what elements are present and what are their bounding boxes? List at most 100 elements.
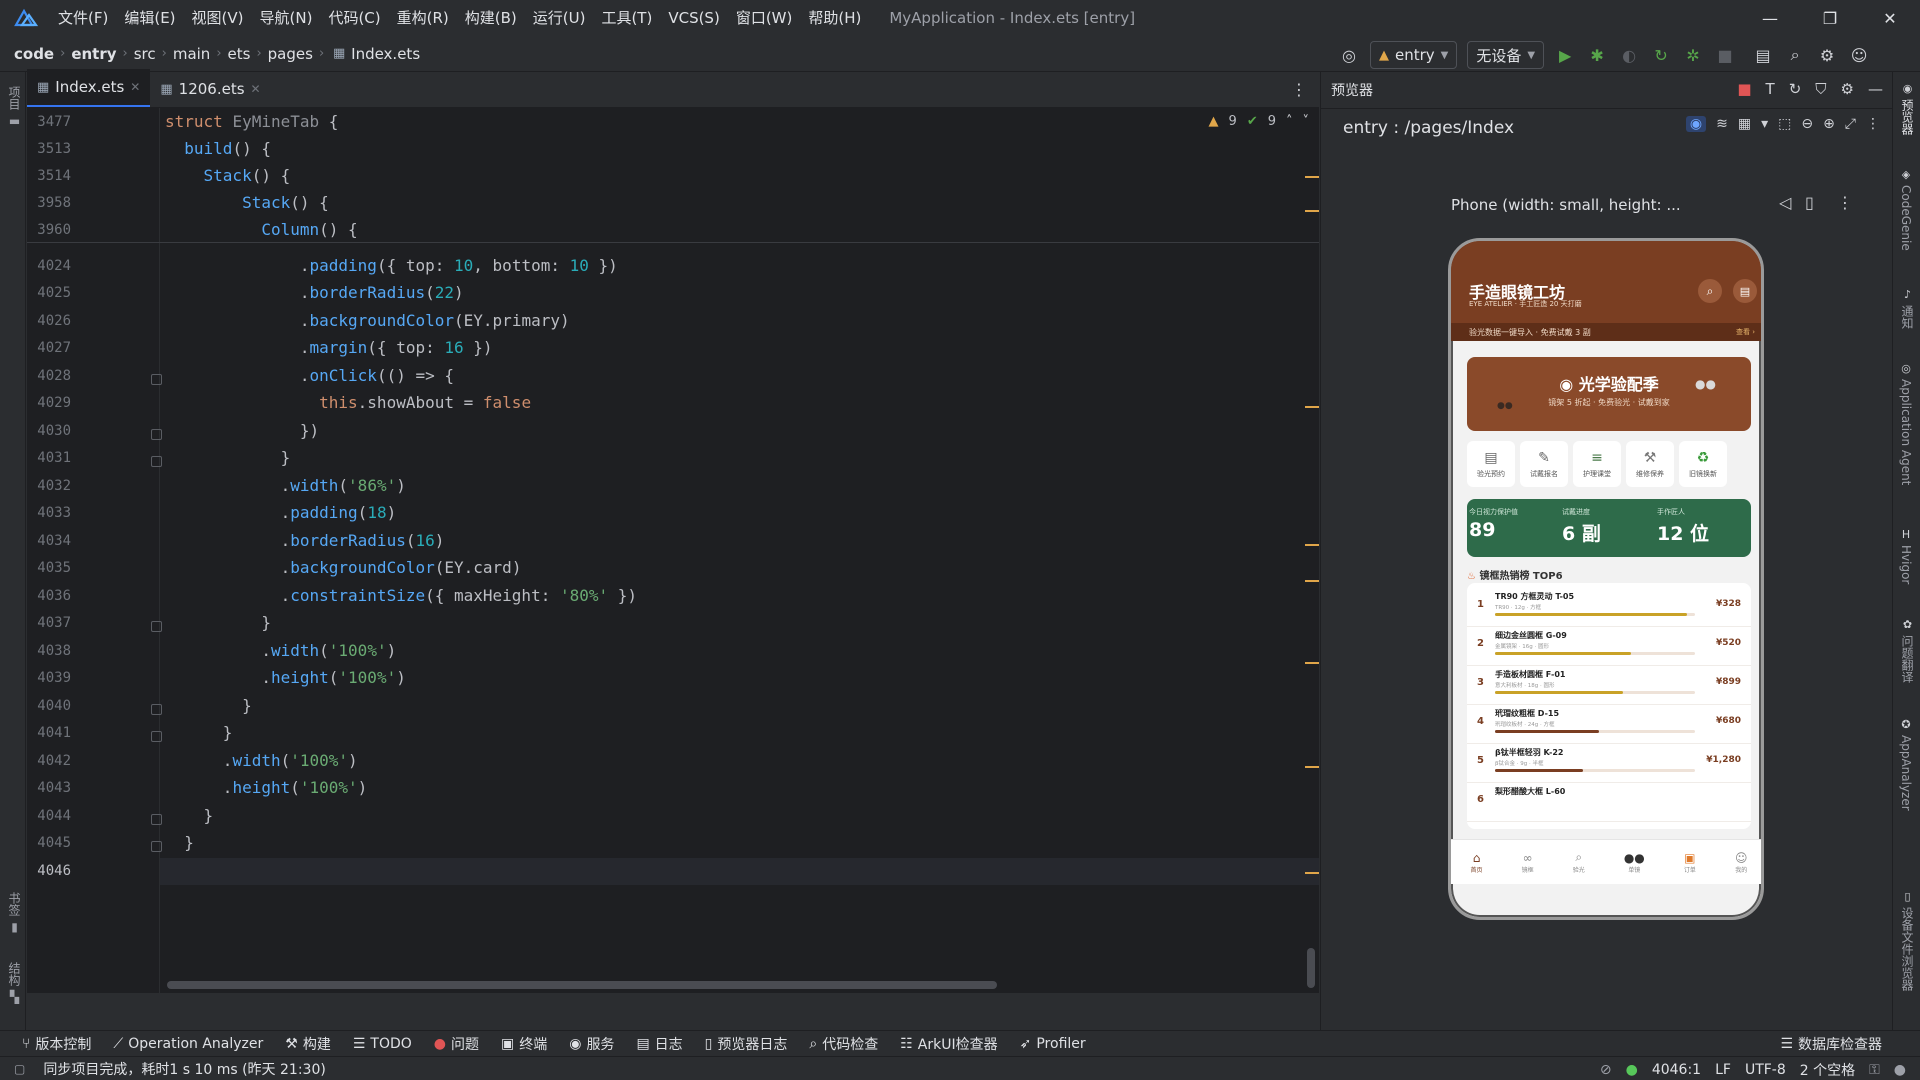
line-separator[interactable]: LF: [1715, 1062, 1731, 1078]
inspection-widget[interactable]: ▲ 9 ✔ 9 ˄ ˅: [1209, 114, 1309, 129]
appanalyzer-tool-button[interactable]: ✪ AppAnalyzer: [1899, 718, 1913, 811]
crop-icon[interactable]: ⬚: [1778, 116, 1791, 132]
breadcrumb-item[interactable]: code: [14, 45, 54, 63]
fold-marker[interactable]: [151, 814, 162, 825]
tool-log[interactable]: ▤ 日志: [636, 1034, 682, 1054]
project-structure-icon[interactable]: ▤: [1752, 44, 1774, 66]
menu-vcs[interactable]: VCS(S): [660, 0, 727, 36]
device-rotate-icon[interactable]: ▯: [1805, 193, 1814, 212]
layers-icon[interactable]: ≋: [1716, 116, 1728, 132]
refresh-icon[interactable]: ↻: [1789, 80, 1802, 98]
nav-item-home[interactable]: ⌂ 首页: [1471, 851, 1483, 874]
eye-icon[interactable]: ◉: [1685, 116, 1707, 132]
issue-translate-tool-button[interactable]: ✿ 问题翻译: [1899, 618, 1916, 683]
menu-edit[interactable]: 编辑(E): [116, 0, 183, 36]
warning-stripe-marker[interactable]: [1305, 406, 1319, 408]
fold-marker[interactable]: [151, 704, 162, 715]
breadcrumb-item[interactable]: Index.ets: [351, 45, 420, 63]
minimize-button[interactable]: —: [1740, 0, 1800, 36]
fold-marker[interactable]: [151, 456, 162, 467]
apply-changes-icon[interactable]: ↻: [1650, 44, 1672, 66]
fold-marker[interactable]: [151, 429, 162, 440]
tool-vcs[interactable]: ⑂ 版本控制: [22, 1034, 91, 1054]
rank-row[interactable]: 1 TR90 方框灵动 T-05 TR90 · 12g · 方框 ¥328: [1467, 587, 1751, 627]
menu-help[interactable]: 帮助(H): [800, 0, 869, 36]
no-power-save-icon[interactable]: ⊘: [1600, 1062, 1612, 1078]
target-icon[interactable]: ◎: [1338, 44, 1360, 66]
stop-icon[interactable]: ■: [1714, 44, 1736, 66]
user-icon[interactable]: ☺: [1848, 44, 1870, 66]
tab-1206-ets[interactable]: ▦ 1206.ets ✕: [150, 71, 270, 107]
nav-item-optometry[interactable]: ⌕ 验光: [1573, 850, 1585, 874]
close-window-button[interactable]: ✕: [1860, 0, 1920, 36]
promo-banner[interactable]: ◉ 光学验配季 镜架 5 折起 · 免费验光 · 试戴到家 ●● ●●: [1467, 357, 1751, 431]
phone-preview[interactable]: 手造眼镜工坊 EYE ATELIER · 手工匠造 20 天打磨 ⌕ ▤ 验光数…: [1448, 238, 1764, 920]
fold-marker[interactable]: [151, 374, 162, 385]
codegenie-tool-button[interactable]: ◈ CodeGenie: [1899, 168, 1913, 251]
cart-icon[interactable]: ▤: [1733, 279, 1757, 303]
breadcrumb-item[interactable]: entry: [71, 45, 116, 63]
sync-status-icon[interactable]: ●: [1626, 1062, 1638, 1078]
menu-navigate[interactable]: 导航(N): [252, 0, 321, 36]
more-vertical-icon[interactable]: ⋮: [1291, 80, 1307, 99]
caret-position[interactable]: 4046:1: [1652, 1062, 1701, 1078]
zoom-in-icon[interactable]: ⊕: [1823, 116, 1835, 132]
menu-view[interactable]: 视图(V): [184, 0, 252, 36]
notifications-tool-button[interactable]: ♪ 通知: [1899, 288, 1916, 329]
search-icon[interactable]: ⌕: [1784, 44, 1806, 66]
status-message[interactable]: 同步项目完成，耗时1 s 10 ms (昨天 21:30): [43, 1059, 325, 1079]
chevron-up-icon[interactable]: ˄: [1286, 114, 1293, 129]
fold-marker[interactable]: [151, 841, 162, 852]
gear-icon[interactable]: ⚙: [1841, 80, 1854, 98]
chevron-down-icon[interactable]: ▾: [1761, 116, 1768, 132]
debug-icon[interactable]: ✱: [1586, 44, 1608, 66]
gear-icon[interactable]: ⚙: [1816, 44, 1838, 66]
search-icon[interactable]: ⌕: [1698, 279, 1722, 303]
breadcrumb-item[interactable]: main: [173, 45, 210, 63]
minimize-panel-icon[interactable]: —: [1868, 80, 1883, 98]
quick-action-item[interactable]: ⚒ 维修保养: [1626, 441, 1674, 487]
profile-icon[interactable]: ◐: [1618, 44, 1640, 66]
tool-services[interactable]: ◉ 服务: [569, 1034, 614, 1054]
quick-action-item[interactable]: ▤ 验光预约: [1467, 441, 1515, 487]
lock-icon[interactable]: ⚿: [1869, 1062, 1880, 1078]
structure-tool-button[interactable]: 结构 ▚: [6, 962, 23, 1004]
menu-window[interactable]: 窗口(W): [728, 0, 801, 36]
fold-marker[interactable]: [151, 621, 162, 632]
zoom-out-icon[interactable]: ⊖: [1801, 116, 1813, 132]
menu-refactor[interactable]: 重构(R): [389, 0, 457, 36]
tool-previewer-log[interactable]: ▯ 预览器日志: [705, 1034, 788, 1054]
previewer-tool-button[interactable]: ◉ 预览器: [1899, 82, 1916, 135]
nav-item-me[interactable]: ☺ 我的: [1735, 851, 1748, 874]
run-config-dropdown[interactable]: ▲ entry ▼: [1370, 41, 1458, 69]
breadcrumb-item[interactable]: ets: [228, 45, 251, 63]
vertical-scrollbar[interactable]: [1307, 948, 1315, 988]
close-tab-icon[interactable]: ✕: [130, 80, 140, 94]
menu-build[interactable]: 构建(B): [457, 0, 525, 36]
quick-action-item[interactable]: ✎ 试戴报名: [1520, 441, 1568, 487]
inspect-icon[interactable]: ⛉: [1815, 80, 1826, 98]
file-encoding[interactable]: UTF-8: [1745, 1062, 1786, 1078]
tool-database-inspector[interactable]: ☰ 数据库检查器: [1780, 1034, 1882, 1054]
tab-index-ets[interactable]: ▦ Index.ets ✕: [27, 69, 151, 107]
code-editor[interactable]: 3477 3513 3514 3958 3960 struct EyMineTa…: [27, 108, 1319, 993]
fit-icon[interactable]: ⤢: [1845, 116, 1856, 132]
breadcrumb-item[interactable]: src: [134, 45, 156, 63]
rank-row[interactable]: 6 梨形醋酸大框 L-60: [1467, 782, 1751, 822]
rank-row[interactable]: 3 手造板材圆框 F-01 意大利板材 · 18g · 圆形 ¥899: [1467, 665, 1751, 705]
horizontal-scrollbar[interactable]: [167, 981, 997, 989]
warning-stripe-marker[interactable]: [1305, 176, 1319, 178]
rank-row[interactable]: 2 细边金丝圆框 G-09 金属镜架 · 16g · 圆形 ¥520: [1467, 626, 1751, 666]
fold-marker[interactable]: [151, 731, 162, 742]
tool-profiler[interactable]: ➶ Profiler: [1020, 1036, 1086, 1052]
tool-operation-analyzer[interactable]: ⟋ Operation Analyzer: [113, 1036, 263, 1052]
hvigor-tool-button[interactable]: H Hvigor: [1899, 528, 1913, 584]
attach-debugger-icon[interactable]: ✲: [1682, 44, 1704, 66]
rank-row[interactable]: 4 玳瑁纹粗框 D-15 玳瑁纹板材 · 24g · 方框 ¥680: [1467, 704, 1751, 744]
tool-code-inspect[interactable]: ⌕ 代码检查: [809, 1034, 878, 1054]
nav-item-lens[interactable]: ●● 单镜: [1624, 851, 1645, 874]
warning-stripe-marker[interactable]: [1305, 872, 1319, 874]
tool-arkui-inspector[interactable]: ☷ ArkUI检查器: [900, 1034, 997, 1054]
warning-stripe-marker[interactable]: [1305, 580, 1319, 582]
tool-todo[interactable]: ☰ TODO: [353, 1036, 412, 1052]
